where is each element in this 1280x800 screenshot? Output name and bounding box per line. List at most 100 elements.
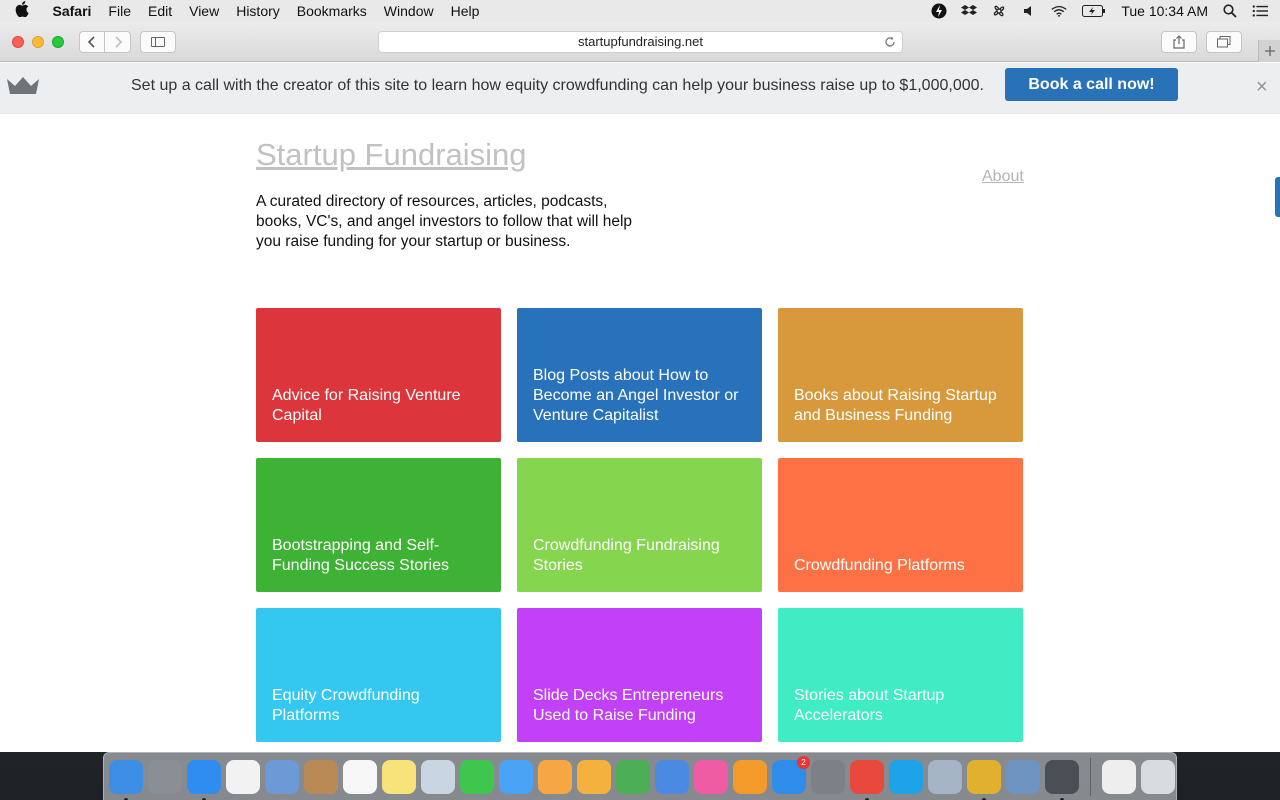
category-tile-label: Crowdfunding Fundraising Stories [533, 537, 720, 574]
dropbox-icon[interactable] [961, 4, 978, 18]
volume-icon[interactable] [1021, 4, 1037, 18]
keynote-icon[interactable] [655, 759, 689, 794]
back-button[interactable] [79, 31, 105, 53]
skype-icon[interactable] [889, 759, 923, 794]
documents-stack-icon[interactable] [1102, 759, 1136, 794]
category-tile-label: Bootstrapping and Self-Funding Success S… [272, 537, 449, 574]
menu-window[interactable]: Window [375, 3, 442, 19]
category-tile-label: Crowdfunding Platforms [794, 557, 965, 574]
about-link[interactable]: About [982, 168, 1024, 186]
book-call-button[interactable]: Book a call now! [1005, 68, 1178, 101]
browser-window: startupfundraising.net Set up a call wit… [0, 22, 1280, 752]
category-tile-label: Advice for Raising Venture Capital [272, 387, 461, 424]
trash-icon[interactable] [1141, 759, 1175, 794]
address-bar-url: startupfundraising.net [577, 34, 704, 49]
category-tile[interactable]: Blog Posts about How to Become an Angel … [517, 308, 762, 442]
promo-banner: Set up a call with the creator of this s… [0, 63, 1280, 114]
window-controls [12, 36, 64, 48]
finder-icon[interactable] [109, 759, 143, 800]
audacity-icon[interactable] [967, 759, 1001, 800]
spotlight-search-icon[interactable] [1222, 4, 1238, 18]
site-title-link[interactable]: Startup Fundraising [256, 137, 527, 173]
numbers-icon[interactable] [616, 759, 650, 794]
calendar-icon[interactable] [343, 759, 377, 794]
notification-badge: 2 [797, 755, 810, 769]
category-tile-label: Slide Decks Entrepreneurs Used to Raise … [533, 687, 724, 724]
category-tile[interactable]: Crowdfunding Fundraising Stories [517, 458, 762, 592]
category-grid: Advice for Raising Venture Capital Blog … [256, 308, 1024, 742]
network-utility-icon[interactable] [1006, 759, 1040, 794]
pages-icon[interactable] [577, 759, 611, 794]
menu-history[interactable]: History [228, 3, 289, 19]
menu-bookmarks[interactable]: Bookmarks [288, 3, 375, 19]
category-tile[interactable]: Advice for Raising Venture Capital [256, 308, 501, 442]
preview-icon[interactable] [421, 759, 455, 794]
address-bar[interactable]: startupfundraising.net [378, 31, 903, 53]
ibooks-icon[interactable] [733, 759, 767, 794]
banner-close-icon[interactable]: × [1256, 76, 1268, 99]
notes-icon[interactable] [382, 759, 416, 794]
launchpad-icon[interactable] [148, 759, 182, 794]
itunes-icon[interactable] [694, 759, 728, 794]
file-sharing-icon[interactable] [928, 759, 962, 794]
category-tile[interactable]: Slide Decks Entrepreneurs Used to Raise … [517, 608, 762, 742]
menu-edit[interactable]: Edit [139, 3, 180, 19]
category-tile[interactable]: Books about Raising Startup and Business… [778, 308, 1023, 442]
fan-icon[interactable] [991, 4, 1007, 18]
chevron-right-icon [114, 36, 122, 48]
battery-icon[interactable] [1081, 4, 1107, 18]
share-icon [1173, 35, 1185, 49]
close-window-button[interactable] [12, 36, 24, 48]
category-tile-label: Books about Raising Startup and Business… [794, 387, 997, 424]
category-tile[interactable]: Bootstrapping and Self-Funding Success S… [256, 458, 501, 592]
category-tile-label: Stories about Startup Accelerators [794, 687, 945, 724]
tabs-icon [1217, 36, 1231, 48]
menu-clock[interactable]: Tue 10:34 AM [1121, 3, 1208, 19]
photos-icon[interactable] [538, 759, 572, 794]
sidebar-toggle-button[interactable] [140, 31, 176, 53]
app-store-icon[interactable]: 2 [772, 755, 810, 794]
category-tile[interactable]: Stories about Startup Accelerators [778, 608, 1023, 742]
minimize-window-button[interactable] [32, 36, 44, 48]
share-button[interactable] [1161, 31, 1197, 53]
crown-logo-icon [7, 77, 39, 94]
history-nav [79, 31, 131, 53]
sidebar-icon [151, 37, 165, 47]
menu-bar: Safari File Edit View History Bookmarks … [0, 0, 1280, 22]
system-preferences-icon[interactable] [811, 759, 845, 794]
category-tile[interactable]: Crowdfunding Platforms [778, 458, 1023, 592]
safari-icon[interactable] [187, 759, 221, 800]
page-content: Startup Fundraising About A curated dire… [0, 115, 1280, 752]
browser-toolbar: startupfundraising.net [0, 22, 1280, 62]
apple-menu-icon[interactable] [0, 1, 44, 21]
dock-separator [1090, 757, 1091, 796]
menu-file[interactable]: File [100, 3, 140, 19]
category-tile[interactable]: Equity Crowdfunding Platforms [256, 608, 501, 742]
menu-help[interactable]: Help [442, 3, 488, 19]
facetime-icon[interactable] [460, 759, 494, 794]
status-area: Tue 10:34 AM [931, 3, 1280, 19]
menu-app-name[interactable]: Safari [44, 3, 100, 19]
plus-icon [1264, 46, 1275, 56]
bolt-icon[interactable] [931, 3, 947, 19]
dock: 2 [103, 752, 1177, 800]
category-tile-label: Blog Posts about How to Become an Angel … [533, 367, 739, 424]
category-tile-label: Equity Crowdfunding Platforms [272, 687, 420, 724]
chevron-left-icon [87, 36, 95, 48]
notification-center-icon[interactable] [1252, 4, 1268, 18]
contacts-icon[interactable] [304, 759, 338, 794]
messages-icon[interactable] [499, 759, 533, 794]
new-tab-button[interactable] [1258, 40, 1280, 62]
sublime-text-icon[interactable] [1045, 759, 1079, 800]
fullscreen-window-button[interactable] [52, 36, 64, 48]
show-tabs-button[interactable] [1206, 31, 1242, 53]
chrome-icon[interactable] [850, 759, 884, 800]
menu-view[interactable]: View [181, 3, 228, 19]
wifi-icon[interactable] [1051, 4, 1067, 18]
reload-icon[interactable] [884, 32, 896, 54]
app-grid-icon[interactable] [226, 759, 260, 794]
forward-button[interactable] [105, 31, 131, 53]
side-feedback-tab[interactable] [1275, 177, 1280, 217]
banner-message: Set up a call with the creator of this s… [131, 77, 984, 94]
mail-icon[interactable] [265, 759, 299, 794]
